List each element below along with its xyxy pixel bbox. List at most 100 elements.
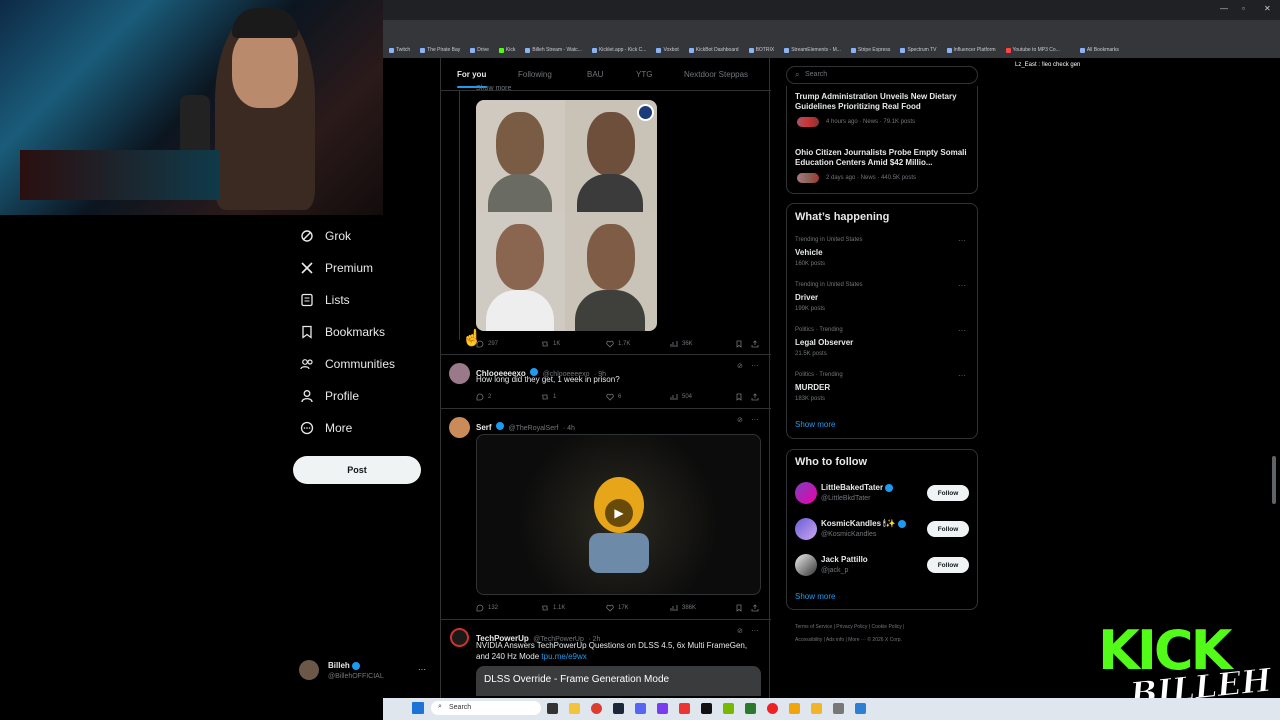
reply-button[interactable]: 132: [476, 604, 498, 612]
bookmark-item[interactable]: Billeh Stream - Watc...: [525, 47, 582, 53]
bookmark-item[interactable]: Spectrum TV: [900, 47, 937, 53]
nvidia-icon[interactable]: [723, 703, 734, 714]
bookmark-item[interactable]: Drive: [470, 47, 489, 53]
video-player[interactable]: ▶: [476, 434, 761, 595]
bookmark-item[interactable]: Influencer Platform: [946, 47, 996, 53]
show-more-trends[interactable]: Show more: [795, 420, 835, 429]
file-explorer-icon[interactable]: [569, 703, 580, 714]
nav-communities[interactable]: Communities: [300, 357, 395, 371]
nav-premium[interactable]: Premium: [300, 261, 373, 275]
footer-links[interactable]: Accessibility | Ads info | More ··· © 20…: [795, 637, 902, 643]
trend-name[interactable]: Legal Observer: [795, 338, 853, 347]
chrome-icon[interactable]: [591, 703, 602, 714]
more-icon[interactable]: ···: [958, 371, 966, 380]
tab-for-you[interactable]: For you: [457, 70, 486, 79]
bookmark-item[interactable]: Twitch: [389, 47, 410, 53]
avatar[interactable]: [299, 660, 319, 680]
trend-name[interactable]: Driver: [795, 293, 818, 302]
all-bookmarks[interactable]: All Bookmarks: [1079, 47, 1119, 53]
app-icon[interactable]: [679, 703, 690, 714]
nav-grok[interactable]: Grok: [300, 229, 351, 243]
views-button[interactable]: 504: [670, 393, 692, 401]
grok-icon[interactable]: ⊘: [737, 416, 743, 424]
steam-icon[interactable]: [613, 703, 624, 714]
reply-button[interactable]: 2: [476, 393, 491, 401]
like-button[interactable]: 17K: [606, 604, 629, 612]
twitch-icon[interactable]: [657, 703, 668, 714]
share-button[interactable]: [751, 393, 759, 401]
author-name[interactable]: Serf: [476, 423, 492, 432]
bookmark-button[interactable]: [735, 393, 743, 401]
grok-icon[interactable]: ⊘: [737, 627, 743, 635]
search-input[interactable]: ⌕ Search: [786, 66, 978, 84]
more-icon[interactable]: ···: [751, 626, 759, 635]
grok-icon[interactable]: ⊘: [737, 362, 743, 370]
follow-user-name[interactable]: Jack Pattillo: [821, 555, 868, 564]
mugshot-grid-image[interactable]: [476, 100, 657, 331]
follow-button[interactable]: Follow: [927, 485, 969, 501]
app-icon[interactable]: [767, 703, 778, 714]
repost-button[interactable]: 1: [541, 393, 556, 401]
scrollbar-thumb[interactable]: [1272, 456, 1276, 504]
minimize-icon[interactable]: —: [1220, 4, 1228, 13]
like-button[interactable]: 1.7K: [606, 340, 630, 348]
app-icon[interactable]: [789, 703, 800, 714]
avatar[interactable]: [450, 628, 469, 647]
bookmark-item[interactable]: Voxbot: [656, 47, 679, 53]
trend-name[interactable]: MURDER: [795, 383, 830, 392]
show-more-follow[interactable]: Show more: [795, 592, 835, 601]
maximize-icon[interactable]: ▫: [1242, 4, 1245, 13]
avatar[interactable]: [795, 518, 817, 540]
task-view-icon[interactable]: [547, 703, 558, 714]
post-button[interactable]: Post: [293, 456, 421, 484]
more-icon[interactable]: ···: [958, 326, 966, 335]
nav-profile[interactable]: Profile: [300, 389, 359, 403]
xbox-icon[interactable]: [745, 703, 756, 714]
play-icon[interactable]: ▶: [605, 499, 633, 527]
nav-more[interactable]: More: [300, 421, 352, 435]
trend-name[interactable]: Vehicle: [795, 248, 823, 257]
app-icon[interactable]: [855, 703, 866, 714]
app-icon[interactable]: [811, 703, 822, 714]
tab-bau[interactable]: BAU: [587, 70, 603, 79]
avatar[interactable]: [795, 482, 817, 504]
nav-lists[interactable]: Lists: [300, 293, 350, 307]
tab-ytg[interactable]: YTG: [636, 70, 652, 79]
bookmark-item[interactable]: KickBot Dashboard: [688, 47, 739, 53]
more-icon[interactable]: ···: [751, 361, 759, 370]
bookmark-item[interactable]: Kicklet.app - Kick C...: [591, 47, 646, 53]
bookmark-item[interactable]: Stripe Express: [850, 47, 890, 53]
taskbar-search[interactable]: Search: [431, 701, 541, 715]
windows-start-icon[interactable]: [412, 702, 424, 714]
avatar[interactable]: [449, 363, 470, 384]
more-icon[interactable]: ···: [958, 281, 966, 290]
discord-icon[interactable]: [635, 703, 646, 714]
bookmark-item[interactable]: Youtube to MP3 Co...: [1005, 47, 1060, 53]
news-title[interactable]: Trump Administration Unveils New Dietary…: [795, 92, 973, 112]
link-card[interactable]: DLSS Override - Frame Generation Mode: [476, 666, 761, 696]
views-button[interactable]: 36K: [670, 340, 693, 348]
footer-links[interactable]: Terms of Service | Privacy Policy | Cook…: [795, 624, 904, 630]
avatar[interactable]: [449, 417, 470, 438]
repost-button[interactable]: 1.1K: [541, 604, 565, 612]
share-button[interactable]: [751, 340, 759, 348]
avatar[interactable]: [795, 554, 817, 576]
author-handle[interactable]: @TheRoyalSerf: [508, 425, 558, 432]
follow-button[interactable]: Follow: [927, 557, 969, 573]
tab-nextdoor-steppas[interactable]: Nextdoor Steppas: [684, 70, 748, 79]
nav-bookmarks[interactable]: Bookmarks: [300, 325, 385, 339]
bookmark-item[interactable]: StreamElements - M...: [784, 47, 841, 53]
share-button[interactable]: [751, 604, 759, 612]
bookmark-item[interactable]: BOTRIX: [748, 47, 774, 53]
follow-button[interactable]: Follow: [927, 521, 969, 537]
follow-user-name[interactable]: KosmicKandles 🕯✨: [821, 519, 906, 529]
bookmark-item[interactable]: Kick: [498, 47, 515, 53]
close-icon[interactable]: ✕: [1264, 4, 1271, 13]
views-button[interactable]: 386K: [670, 604, 696, 612]
settings-icon[interactable]: [833, 703, 844, 714]
tab-following[interactable]: Following: [518, 70, 552, 79]
bookmark-button[interactable]: [735, 340, 743, 348]
terminal-icon[interactable]: [701, 703, 712, 714]
repost-button[interactable]: 1K: [541, 340, 560, 348]
like-button[interactable]: 6: [606, 393, 621, 401]
